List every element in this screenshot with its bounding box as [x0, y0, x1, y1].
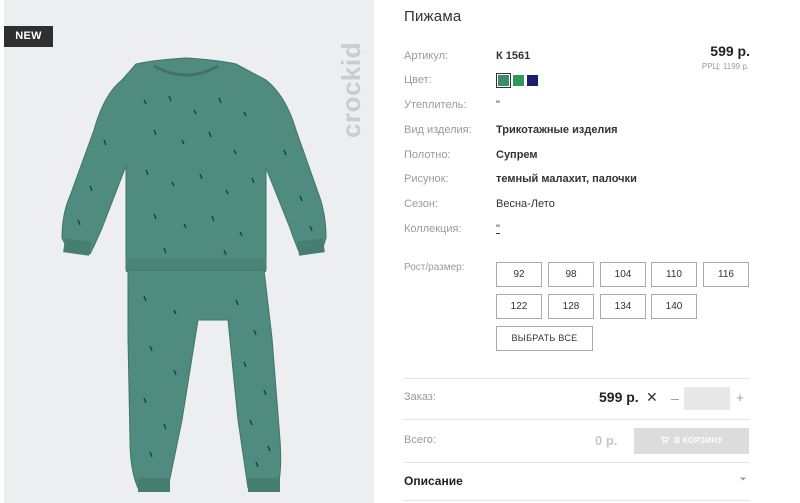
size-104-button[interactable]: 104 [600, 262, 646, 287]
prop-collection-value[interactable]: " [496, 223, 500, 235]
prop-pattern-label: Рисунок: [404, 173, 449, 185]
size-110-button[interactable]: 110 [651, 262, 697, 287]
swatch-navy[interactable] [527, 75, 538, 86]
order-label: Заказ: [404, 391, 436, 403]
prop-article-label: Артикул: [404, 50, 449, 62]
prop-fabric: Полотно: Супрем [404, 147, 750, 165]
prop-color: Цвет: [404, 72, 750, 90]
prop-color-label: Цвет: [404, 74, 432, 86]
prop-fabric-value: Супрем [496, 149, 538, 161]
prop-insulation: Утеплитель: " [404, 97, 750, 115]
size-122-button[interactable]: 122 [496, 294, 542, 319]
size-140-button[interactable]: 140 [651, 294, 697, 319]
product-photo[interactable]: crockid [4, 0, 374, 503]
prop-season-label: Сезон: [404, 198, 438, 210]
size-116-button[interactable]: 116 [703, 262, 749, 287]
prop-article-value: К 1561 [496, 50, 531, 62]
divider [404, 462, 750, 463]
prop-season-value: Весна-Лето [496, 198, 555, 210]
prop-type-value: Трикотажные изделия [496, 124, 618, 136]
select-all-sizes-button[interactable]: ВЫБРАТЬ ВСЕ [496, 326, 593, 351]
size-label: Рост/размер: [404, 262, 465, 273]
prop-fabric-label: Полотно: [404, 149, 451, 161]
quantity-increment-button[interactable]: + [733, 388, 747, 408]
total-value: 0 р. [595, 433, 618, 448]
size-134-button[interactable]: 134 [600, 294, 646, 319]
prop-pattern-value: темный малахит, палочки [496, 173, 637, 185]
cart-icon [661, 436, 670, 444]
add-to-cart-label: В КОРЗИНУ [674, 436, 723, 445]
swatch-dark-malachite[interactable] [496, 73, 511, 88]
swatch-green[interactable] [513, 75, 524, 86]
prop-article: Артикул: К 1561 [404, 48, 750, 66]
new-badge: NEW [4, 26, 53, 47]
product-title: Пижама [404, 8, 462, 25]
order-price: 599 р. [599, 389, 639, 405]
quantity-input[interactable] [684, 387, 730, 410]
size-128-button[interactable]: 128 [548, 294, 594, 319]
prop-pattern: Рисунок: темный малахит, палочки [404, 171, 750, 189]
total-label: Всего: [404, 434, 436, 446]
divider [404, 500, 750, 501]
description-toggle[interactable]: Описание [404, 474, 463, 488]
add-to-cart-button[interactable]: В КОРЗИНУ [634, 428, 749, 454]
prop-season: Сезон: Весна-Лето [404, 196, 750, 214]
quantity-decrement-button[interactable]: – [668, 388, 682, 408]
size-92-button[interactable]: 92 [496, 262, 542, 287]
brand-watermark: crockid [334, 20, 368, 160]
prop-type: Вид изделия: Трикотажные изделия [404, 122, 750, 140]
prop-type-label: Вид изделия: [404, 124, 472, 136]
pajama-image [61, 57, 327, 492]
size-98-button[interactable]: 98 [548, 262, 594, 287]
prop-collection-label: Коллекция: [404, 223, 462, 235]
divider [404, 378, 750, 379]
brand-watermark-text: crockid [336, 42, 366, 138]
prop-collection: Коллекция: " [404, 221, 750, 239]
divider [404, 419, 750, 420]
prop-insulation-label: Утеплитель: [404, 99, 467, 111]
chevron-down-icon[interactable] [738, 474, 748, 484]
clear-order-icon[interactable]: ✕ [646, 389, 658, 406]
prop-insulation-value: " [496, 99, 500, 111]
